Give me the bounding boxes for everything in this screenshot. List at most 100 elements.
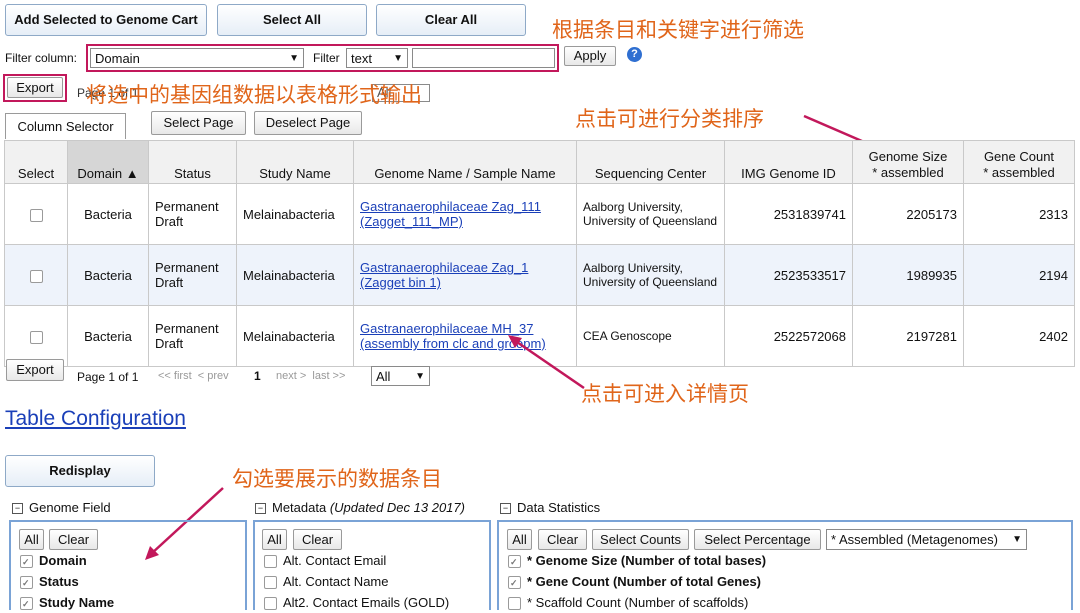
data-statistics-all-button[interactable]: All [507,529,532,550]
data-statistics-title: Data Statistics [517,500,601,515]
clear-all-button[interactable]: Clear All [376,4,526,36]
checkbox-alt-contact-name[interactable]: Alt. Contact Name [264,574,389,590]
checkbox-label: Alt. Contact Name [283,574,389,589]
collapse-icon[interactable]: − [500,503,511,515]
table-configuration-link[interactable]: Table Configuration [5,407,186,431]
checkbox-label: Study Name [39,595,115,610]
check-icon [508,555,521,569]
assembled-mode-value: * Assembled (Metagenomes) [831,532,998,547]
col-header-sequencing-center[interactable]: Sequencing Center [576,140,725,184]
checkbox-status[interactable]: Status [20,574,79,590]
col-header-domain[interactable]: Domain ▲ [67,140,149,184]
select-all-button[interactable]: Select All [217,4,367,36]
filter-type-value: text [351,51,372,66]
filter-type-select[interactable]: text ▼ [346,48,408,68]
checkbox-alt2-contact-emails[interactable]: Alt2. Contact Emails (GOLD) [264,595,450,611]
export-button-top[interactable]: Export [7,77,63,98]
cell-domain: Bacteria [67,244,149,306]
export-button-bottom[interactable]: Export [6,359,64,381]
filter-text-input[interactable] [412,48,555,68]
pager-current-page: 1 [254,369,261,383]
filter-column-label: Filter column: [5,51,78,65]
page-size-select-bottom[interactable]: All ▼ [371,366,430,386]
apply-button[interactable]: Apply [564,46,616,66]
check-icon [20,597,33,611]
arrow-to-link-icon [508,335,585,390]
dropdown-arrow-icon: ▼ [393,53,403,64]
checkbox-label: Domain [39,553,87,568]
row-checkbox[interactable] [29,208,43,222]
page-size-value: All [376,369,391,384]
annotation-select: 勾选要展示的数据条目 [232,467,442,491]
metadata-updated-note: (Updated Dec 13 2017) [329,500,465,515]
select-page-button[interactable]: Select Page [151,111,246,135]
checkbox-label: Status [39,574,79,589]
col-header-genome-size[interactable]: Genome Size * assembled [852,140,964,184]
dropdown-arrow-icon: ▼ [1012,534,1022,545]
cell-study-name: Melainabacteria [236,183,354,245]
metadata-clear-button[interactable]: Clear [293,529,342,550]
checkbox-box [264,576,277,590]
checkbox-box [264,555,277,569]
row-select-cell [4,244,68,306]
col-header-genome-name[interactable]: Genome Name / Sample Name [353,140,577,184]
row-select-cell [4,305,68,367]
annotation-sort: 点击可进行分类排序 [575,107,764,131]
cell-sequencing-center: Aalborg University, University of Queens… [576,183,725,245]
tab-column-selector[interactable]: Column Selector [5,113,126,139]
pager-first-prev[interactable]: << first < prev [158,370,229,382]
assembled-mode-select[interactable]: * Assembled (Metagenomes) ▼ [826,529,1027,550]
cell-domain: Bacteria [67,183,149,245]
checkbox-label: * Genome Size (Number of total bases) [527,553,767,568]
checkbox-domain[interactable]: Domain [20,553,87,569]
deselect-page-button[interactable]: Deselect Page [254,111,362,135]
collapse-icon[interactable]: − [12,503,23,515]
checkbox-gene-count[interactable]: * Gene Count (Number of total Genes) [508,574,761,590]
col-header-status[interactable]: Status [148,140,237,184]
cell-img-genome-id: 2523533517 [724,244,853,306]
cell-domain: Bacteria [67,305,149,367]
checkbox-label: Alt2. Contact Emails (GOLD) [283,595,450,610]
checkbox-study-name[interactable]: Study Name [20,595,115,611]
cell-genome-size: 2205173 [852,183,964,245]
checkbox-label: * Scaffold Count (Number of scaffolds) [527,595,749,610]
checkbox-alt-contact-email[interactable]: Alt. Contact Email [264,553,386,569]
cell-study-name: Melainabacteria [236,305,354,367]
filter-column-value: Domain [95,51,140,66]
genome-name-link[interactable]: Gastranaerophilaceae Zag_1 (Zagget bin 1… [360,260,528,290]
page-indicator-bottom: Page 1 of 1 [77,370,139,384]
row-checkbox[interactable] [29,269,43,283]
data-statistics-clear-button[interactable]: Clear [538,529,587,550]
row-checkbox[interactable] [29,330,43,344]
cell-status: Permanent Draft [148,305,237,367]
add-to-genome-cart-button[interactable]: Add Selected to Genome Cart [5,4,207,36]
checkbox-scaffold-count[interactable]: * Scaffold Count (Number of scaffolds) [508,595,749,611]
cell-genome-size: 1989935 [852,244,964,306]
metadata-all-button[interactable]: All [262,529,287,550]
checkbox-genome-size[interactable]: * Genome Size (Number of total bases) [508,553,767,569]
col-header-study-name[interactable]: Study Name [236,140,354,184]
col-header-img-genome-id[interactable]: IMG Genome ID [724,140,853,184]
genome-field-clear-button[interactable]: Clear [49,529,98,550]
col-header-gene-count[interactable]: Gene Count * assembled [963,140,1075,184]
help-icon[interactable]: ? [627,47,642,62]
redisplay-button[interactable]: Redisplay [5,455,155,487]
genome-field-group-title[interactable]: − Genome Field [12,500,111,515]
filter-column-select[interactable]: Domain ▼ [90,48,304,68]
data-statistics-group-title[interactable]: − Data Statistics [500,500,600,515]
dropdown-arrow-icon: ▼ [415,371,425,382]
annotation-filter: 根据条目和关键字进行筛选 [552,18,804,42]
genome-field-all-button[interactable]: All [19,529,44,550]
pager-next-last[interactable]: next > last >> [276,370,345,382]
select-percentage-button[interactable]: Select Percentage [694,529,821,550]
metadata-group-title[interactable]: − Metadata (Updated Dec 13 2017) [255,500,465,515]
table-header-row: Select Domain ▲ Status Study Name Genome… [4,140,1075,184]
genome-name-link[interactable]: Gastranaerophilaceae Zag_111 (Zagget_111… [360,199,541,229]
select-counts-button[interactable]: Select Counts [592,529,689,550]
filter-label: Filter [313,51,340,65]
collapse-icon[interactable]: − [255,503,266,515]
row-select-cell [4,183,68,245]
cell-genome-name: Gastranaerophilaceae Zag_1 (Zagget bin 1… [353,244,577,306]
cell-gene-count: 2313 [963,183,1075,245]
cell-status: Permanent Draft [148,183,237,245]
